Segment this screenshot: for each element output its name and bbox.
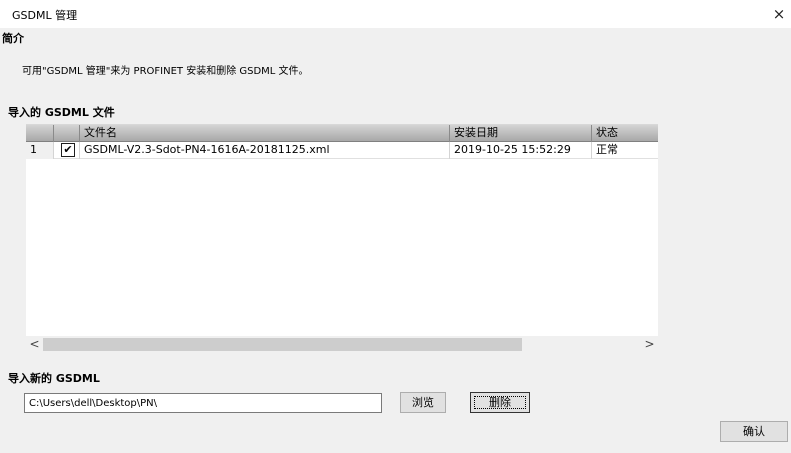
scroll-thumb[interactable]: [43, 338, 522, 351]
intro-text: 可用"GSDML 管理"来为 PROFINET 安装和删除 GSDML 文件。: [22, 66, 309, 77]
column-header-check: [54, 125, 80, 142]
window-title: GSDML 管理: [12, 9, 78, 22]
scroll-right-arrow-icon[interactable]: >: [641, 336, 658, 353]
scroll-left-arrow-icon[interactable]: <: [26, 336, 43, 353]
table-header: 文件名 安装日期 状态: [26, 125, 658, 142]
column-header-install-date[interactable]: 安装日期: [450, 125, 592, 142]
close-icon[interactable]: ×: [767, 0, 791, 28]
row-check-cell: ✔: [54, 142, 80, 159]
row-filename: GSDML-V2.3-Sdot-PN4-1616A-20181125.xml: [80, 142, 450, 159]
intro-heading: 简介: [2, 32, 24, 45]
column-header-rownum: [26, 125, 54, 142]
import-new-heading: 导入新的 GSDML: [8, 372, 100, 385]
gsdml-path-input[interactable]: [24, 393, 382, 413]
delete-button-label: 删除: [474, 396, 526, 409]
row-status: 正常: [596, 143, 618, 156]
row-install-date: 2019-10-25 15:52:29: [450, 142, 592, 159]
gsdml-file-table: 文件名 安装日期 状态 1 ✔ GSDML-V2.3-Sdot-PN4-1616…: [26, 124, 658, 353]
title-bar: GSDML 管理 ×: [0, 0, 791, 28]
horizontal-scrollbar[interactable]: < >: [26, 336, 658, 353]
table-row[interactable]: 1 ✔ GSDML-V2.3-Sdot-PN4-1616A-20181125.x…: [26, 142, 658, 159]
column-header-filename[interactable]: 文件名: [80, 125, 450, 142]
row-checkbox[interactable]: ✔: [61, 143, 75, 157]
imported-files-heading: 导入的 GSDML 文件: [8, 106, 115, 119]
browse-button[interactable]: 浏览: [400, 392, 446, 413]
column-header-status[interactable]: 状态: [592, 125, 658, 142]
row-number: 1: [26, 142, 54, 159]
confirm-button[interactable]: 确认: [720, 421, 788, 442]
delete-button[interactable]: 删除: [470, 392, 530, 413]
